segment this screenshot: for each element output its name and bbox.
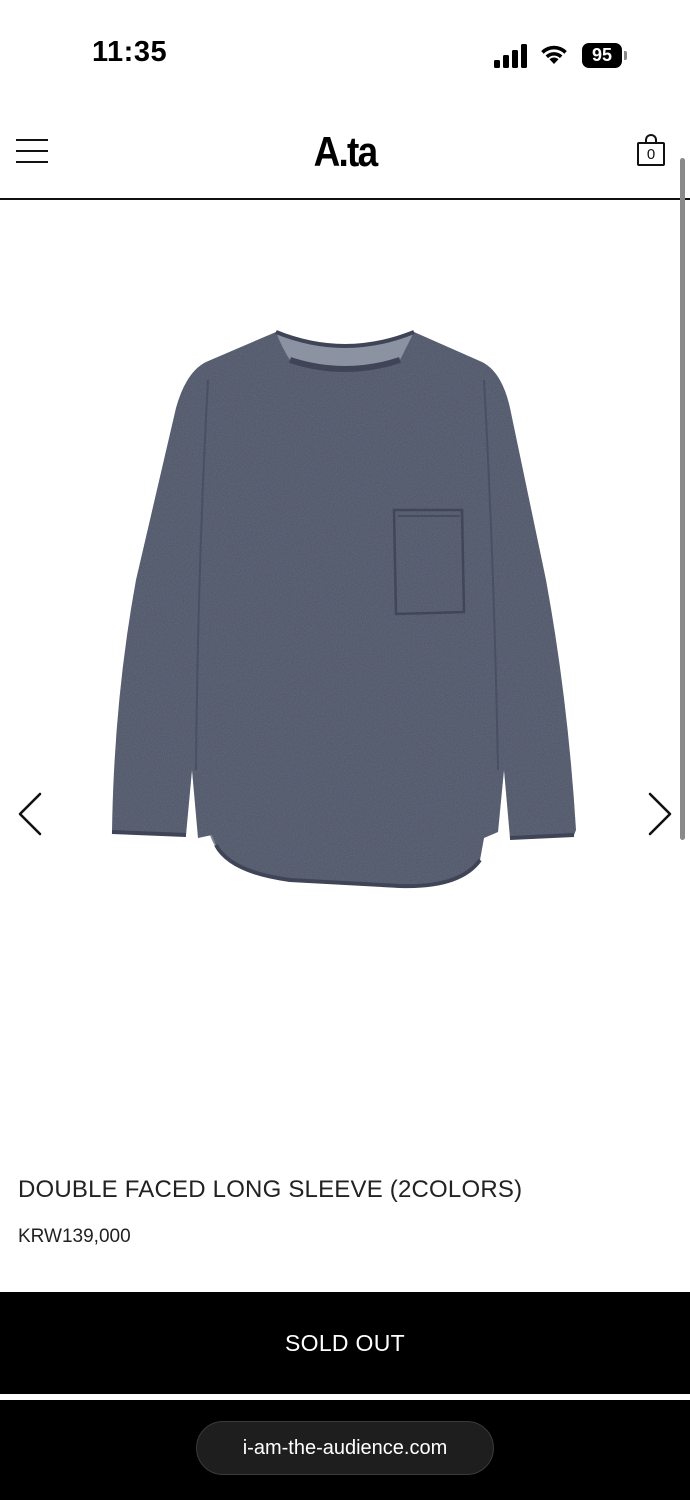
chevron-right-icon[interactable] (642, 790, 676, 838)
chevron-left-icon[interactable] (14, 790, 48, 838)
brand-logo[interactable]: A.ta (41, 128, 648, 176)
url-bar[interactable]: i-am-the-audience.com (196, 1421, 494, 1475)
product-page: 11:35 95 A.ta 0 DOUBLE FACED LONG SLEEVE… (0, 0, 690, 1500)
cart-count: 0 (646, 146, 656, 163)
product-title: DOUBLE FACED LONG SLEEVE (2COLORS) (18, 1176, 523, 1203)
site-header: A.ta 0 (0, 110, 690, 200)
shopping-bag-icon[interactable]: 0 (636, 132, 668, 168)
status-time: 11:35 (92, 36, 168, 68)
battery-level: 95 (582, 43, 622, 68)
product-price: KRW139,000 (18, 1226, 131, 1247)
browser-bar: i-am-the-audience.com (0, 1400, 690, 1500)
status-bar: 11:35 95 (0, 0, 690, 110)
sold-out-button[interactable]: SOLD OUT (0, 1292, 690, 1394)
wifi-icon (541, 45, 567, 64)
battery-cap (624, 51, 627, 60)
product-image[interactable] (100, 320, 590, 900)
signal-icon (494, 44, 527, 68)
battery-icon: 95 (582, 43, 628, 68)
product-gallery (0, 200, 690, 1130)
